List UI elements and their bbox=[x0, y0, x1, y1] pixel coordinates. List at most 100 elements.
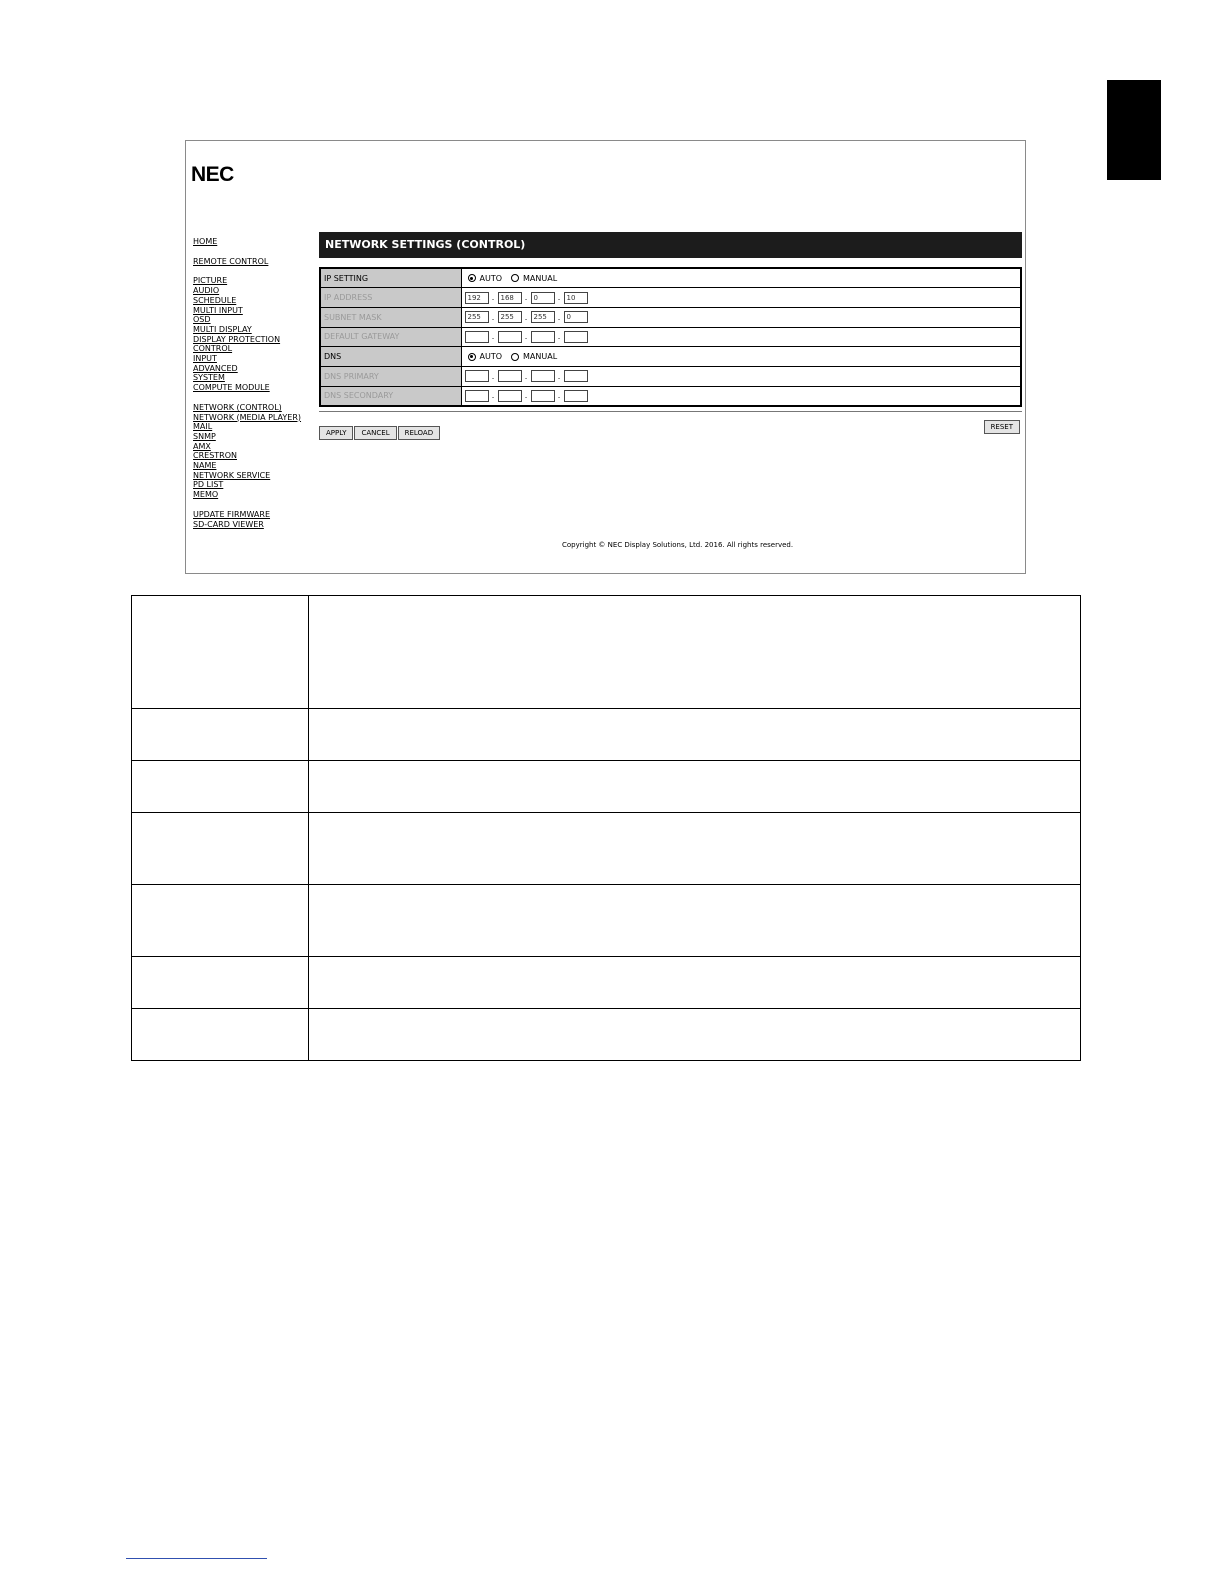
dns-secondary-octet-3[interactable] bbox=[530, 389, 555, 402]
dns-manual-radio[interactable] bbox=[511, 352, 520, 361]
default-gateway-octet-2[interactable] bbox=[497, 330, 522, 343]
dns-auto-radio[interactable] bbox=[467, 352, 476, 361]
nav-link-remote-control[interactable]: REMOTE CONTROL bbox=[193, 257, 311, 267]
dns-options: AUTO MANUAL bbox=[460, 346, 1022, 367]
default-gateway-octet-1[interactable] bbox=[464, 330, 489, 343]
table-row bbox=[131, 1008, 1081, 1061]
ip-address-label: IP ADDRESS bbox=[319, 287, 462, 308]
dns-secondary-octet-4[interactable] bbox=[563, 389, 588, 402]
footer-link-underline bbox=[126, 1558, 267, 1559]
ip-auto-radio[interactable] bbox=[467, 274, 476, 283]
default-gateway-fields: ... bbox=[460, 326, 1022, 348]
nav-link-osd[interactable]: OSD bbox=[193, 315, 311, 325]
nav-link-advanced[interactable]: ADVANCED bbox=[193, 364, 311, 374]
page-title: NETWORK SETTINGS (CONTROL) bbox=[319, 232, 1022, 258]
button-row: APPLY CANCEL RELOAD RESET bbox=[319, 410, 1022, 440]
dns-primary-octet-2[interactable] bbox=[497, 370, 522, 383]
subnet-mask-label: SUBNET MASK bbox=[319, 306, 462, 328]
dns-secondary-octet-1[interactable] bbox=[464, 389, 489, 402]
subnet-mask-octet-4[interactable]: 0 bbox=[563, 311, 588, 324]
nav-link-pd-list[interactable]: PD LIST bbox=[193, 480, 311, 490]
ip-address-octet-4[interactable]: 10 bbox=[563, 291, 588, 304]
ip-address-octet-1[interactable]: 192 bbox=[464, 291, 489, 304]
subnet-mask-octet-3[interactable]: 255 bbox=[530, 311, 555, 324]
nav-link-update-firmware[interactable]: UPDATE FIRMWARE bbox=[193, 510, 311, 520]
ip-manual-label: MANUAL bbox=[523, 273, 558, 283]
ip-address-octet-2[interactable]: 168 bbox=[497, 291, 522, 304]
dns-primary-octet-4[interactable] bbox=[563, 370, 588, 383]
table-row bbox=[131, 708, 1081, 761]
table-row: DNS PRIMARY ... bbox=[319, 365, 1022, 387]
default-gateway-octet-4[interactable] bbox=[563, 330, 588, 343]
ip-address-octet-3[interactable]: 0 bbox=[530, 291, 555, 304]
dns-primary-octet-3[interactable] bbox=[530, 370, 555, 383]
nav-link-multi-input[interactable]: MULTI INPUT bbox=[193, 306, 311, 316]
nec-logo: NEC bbox=[191, 163, 234, 186]
nav-link-network-service[interactable]: NETWORK SERVICE bbox=[193, 471, 311, 481]
table-row: IP ADDRESS 192. 168. 0. 10 bbox=[319, 287, 1022, 308]
chapter-tab bbox=[1107, 80, 1161, 180]
table-cell bbox=[131, 956, 309, 1009]
dns-label: DNS bbox=[319, 346, 462, 367]
sidebar-nav: HOME REMOTE CONTROL PICTURE AUDIO SCHEDU… bbox=[193, 237, 311, 539]
table-cell bbox=[131, 760, 309, 813]
nav-link-compute-module[interactable]: COMPUTE MODULE bbox=[193, 383, 311, 393]
ip-address-fields: 192. 168. 0. 10 bbox=[460, 287, 1022, 308]
nav-link-memo[interactable]: MEMO bbox=[193, 490, 311, 500]
nav-link-home[interactable]: HOME bbox=[193, 237, 311, 247]
table-row bbox=[131, 956, 1081, 1009]
nav-link-multi-display[interactable]: MULTI DISPLAY bbox=[193, 325, 311, 335]
reload-button[interactable]: RELOAD bbox=[397, 425, 441, 440]
subnet-mask-octet-2[interactable]: 255 bbox=[497, 311, 522, 324]
table-cell bbox=[131, 1008, 309, 1061]
dns-primary-fields: ... bbox=[460, 365, 1022, 387]
nav-link-network-media-player[interactable]: NETWORK (MEDIA PLAYER) bbox=[193, 413, 311, 423]
dns-primary-octet-1[interactable] bbox=[464, 370, 489, 383]
ip-auto-label: AUTO bbox=[479, 273, 503, 283]
nav-link-control[interactable]: CONTROL bbox=[193, 344, 311, 354]
network-settings-table: IP SETTING AUTO MANUAL IP ADDRESS 192. 168… bbox=[319, 267, 1022, 407]
nav-link-crestron[interactable]: CRESTRON bbox=[193, 451, 311, 461]
ip-setting-label: IP SETTING bbox=[319, 267, 462, 289]
apply-button[interactable]: APPLY bbox=[319, 425, 354, 440]
nav-link-network-control[interactable]: NETWORK (CONTROL) bbox=[193, 403, 311, 413]
ip-manual-radio[interactable] bbox=[511, 274, 520, 283]
cancel-button[interactable]: CANCEL bbox=[354, 425, 397, 440]
nav-link-snmp[interactable]: SNMP bbox=[193, 432, 311, 442]
table-cell bbox=[308, 1008, 1081, 1061]
table-row: DEFAULT GATEWAY ... bbox=[319, 326, 1022, 348]
nav-group-home: HOME bbox=[193, 237, 311, 247]
dns-manual-label: MANUAL bbox=[523, 352, 558, 362]
nav-group-remote: REMOTE CONTROL bbox=[193, 257, 311, 267]
table-cell bbox=[131, 708, 309, 761]
table-row bbox=[131, 595, 1081, 709]
dns-auto-label: AUTO bbox=[479, 352, 503, 362]
copyright-text: Copyright © NEC Display Solutions, Ltd. … bbox=[562, 541, 794, 549]
nav-link-display-protection[interactable]: DISPLAY PROTECTION bbox=[193, 335, 311, 345]
table-row: SUBNET MASK 255. 255. 255. 0 bbox=[319, 306, 1022, 328]
table-row bbox=[131, 812, 1081, 885]
table-cell bbox=[308, 956, 1081, 1009]
nav-link-input[interactable]: INPUT bbox=[193, 354, 311, 364]
nav-group-maintenance: UPDATE FIRMWARE SD-CARD VIEWER bbox=[193, 510, 311, 529]
default-gateway-label: DEFAULT GATEWAY bbox=[319, 326, 462, 348]
table-cell bbox=[131, 884, 309, 957]
nav-link-sd-card-viewer[interactable]: SD-CARD VIEWER bbox=[193, 520, 311, 530]
dns-primary-label: DNS PRIMARY bbox=[319, 365, 462, 387]
table-row: DNS SECONDARY ... bbox=[319, 385, 1022, 407]
ip-setting-options: AUTO MANUAL bbox=[460, 267, 1022, 289]
nav-link-picture[interactable]: PICTURE bbox=[193, 276, 311, 286]
subnet-mask-octet-1[interactable]: 255 bbox=[464, 311, 489, 324]
table-row: DNS AUTO MANUAL bbox=[319, 346, 1022, 367]
nav-group-network: NETWORK (CONTROL) NETWORK (MEDIA PLAYER)… bbox=[193, 403, 311, 500]
nav-link-mail[interactable]: MAIL bbox=[193, 422, 311, 432]
nav-group-display: PICTURE AUDIO SCHEDULE MULTI INPUT OSD M… bbox=[193, 276, 311, 392]
default-gateway-octet-3[interactable] bbox=[530, 330, 555, 343]
dns-secondary-octet-2[interactable] bbox=[497, 389, 522, 402]
nav-link-audio[interactable]: AUDIO bbox=[193, 286, 311, 296]
nav-link-name[interactable]: NAME bbox=[193, 461, 311, 471]
nav-link-system[interactable]: SYSTEM bbox=[193, 373, 311, 383]
nav-link-amx[interactable]: AMX bbox=[193, 442, 311, 452]
nav-link-schedule[interactable]: SCHEDULE bbox=[193, 296, 311, 306]
reset-button[interactable]: RESET bbox=[983, 419, 1020, 434]
